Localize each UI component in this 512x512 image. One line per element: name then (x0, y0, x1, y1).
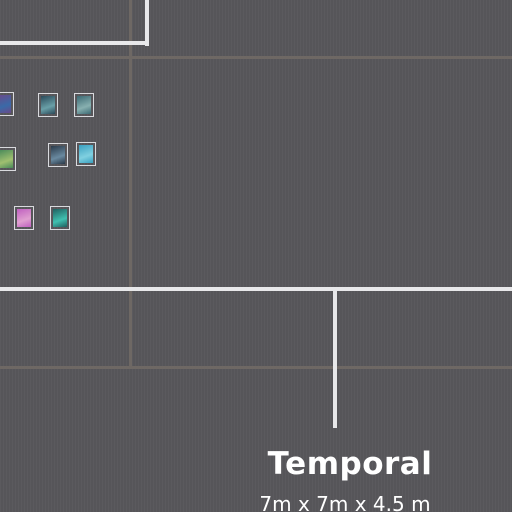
room-name-label: Temporal (267, 446, 433, 482)
floor-plan-canvas[interactable]: Temporal 7m x 7m x 4.5 m (0, 0, 512, 512)
artwork-6-thumbnail[interactable] (76, 142, 96, 166)
wall-top-horizontal[interactable] (0, 41, 149, 45)
wall-partition-vertical[interactable] (333, 290, 337, 428)
room-dimensions-label: 7m x 7m x 4.5 m (259, 492, 431, 512)
grid-line-horizontal-bottom (0, 366, 512, 369)
wall-middle-horizontal[interactable] (0, 287, 512, 291)
artwork-4-thumbnail[interactable] (0, 147, 16, 171)
artwork-5-thumbnail[interactable] (48, 143, 68, 167)
artwork-2-thumbnail[interactable] (38, 93, 58, 117)
artwork-3-thumbnail[interactable] (74, 93, 94, 117)
grid-line-vertical (129, 0, 132, 366)
wall-top-right-vertical[interactable] (145, 0, 149, 46)
grid-line-horizontal-top (0, 56, 512, 59)
artwork-1-thumbnail[interactable] (0, 92, 14, 116)
artwork-7-thumbnail[interactable] (14, 206, 34, 230)
artwork-8-thumbnail[interactable] (50, 206, 70, 230)
